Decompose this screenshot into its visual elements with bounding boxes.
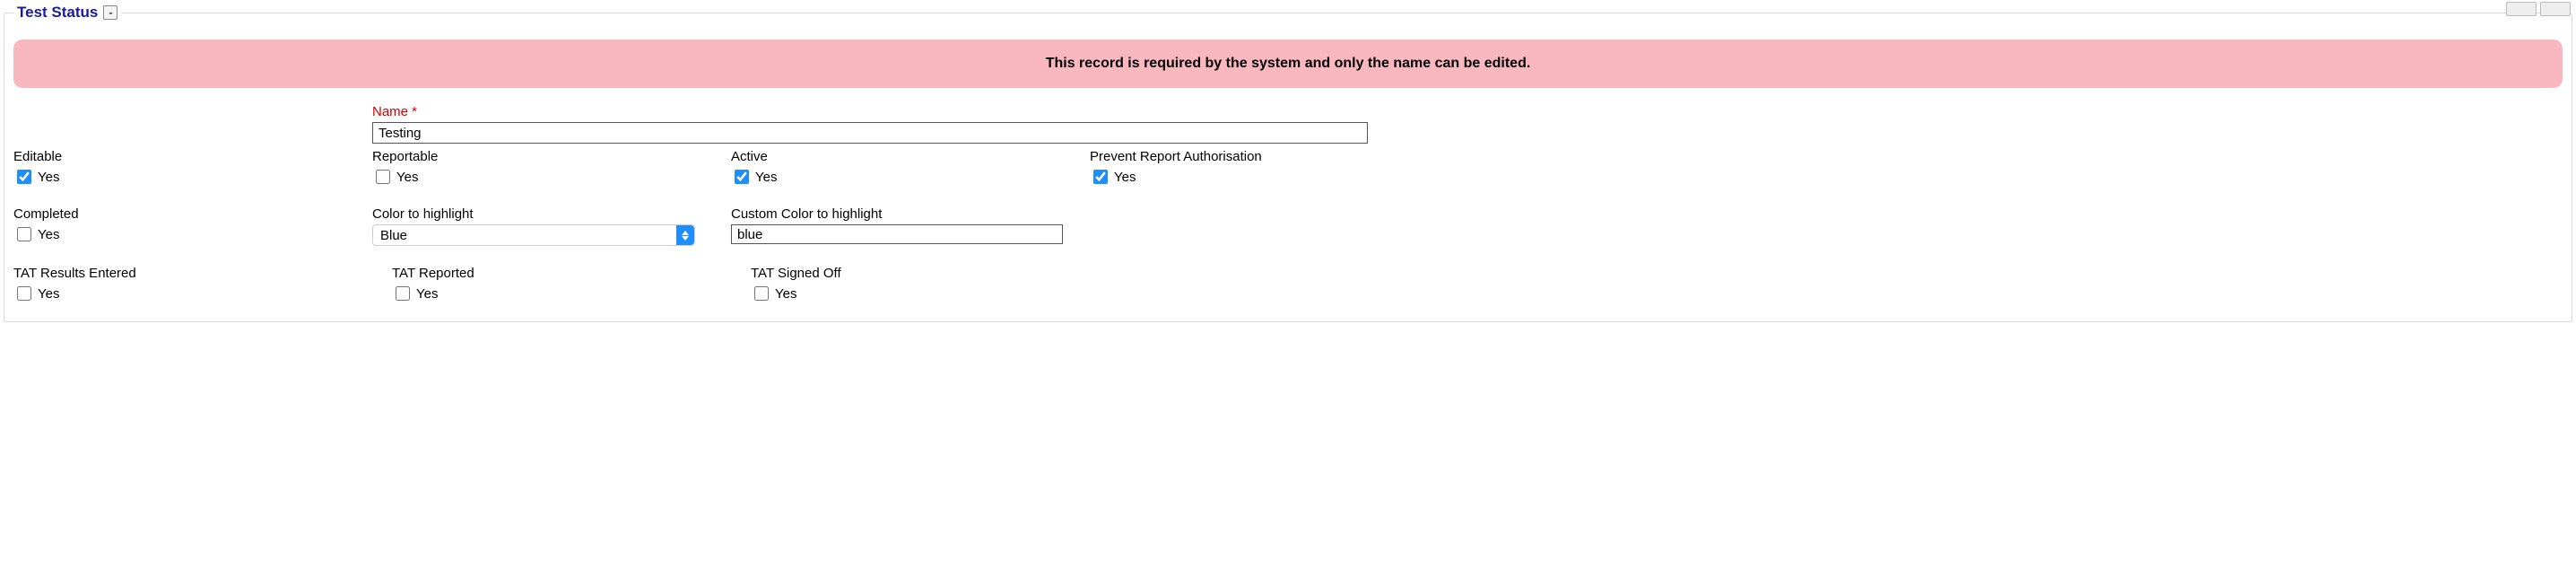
completed-field: Completed Yes: [13, 206, 363, 244]
system-alert: This record is required by the system an…: [13, 39, 2563, 88]
ghost-button-2[interactable]: [2540, 2, 2571, 16]
editable-field: Editable Yes: [13, 149, 363, 187]
tat-signed-option-text: Yes: [775, 286, 796, 302]
completed-checkbox[interactable]: [17, 227, 31, 241]
tat-reported-option[interactable]: Yes: [392, 284, 722, 303]
tat-reported-checkbox[interactable]: [396, 286, 410, 301]
updown-icon: [676, 225, 694, 245]
prevent-field: Prevent Report Authorisation Yes: [1090, 149, 2563, 187]
tat-signed-label: TAT Signed Off: [751, 266, 1081, 281]
reportable-label: Reportable: [372, 149, 722, 164]
active-option[interactable]: Yes: [731, 167, 1081, 187]
active-checkbox[interactable]: [735, 170, 749, 184]
tat-reported-field: TAT Reported Yes: [372, 266, 722, 303]
tat-entered-option-text: Yes: [38, 286, 59, 302]
name-input[interactable]: [372, 122, 1368, 144]
prevent-checkbox[interactable]: [1093, 170, 1108, 184]
flags-row-3: TAT Results Entered Yes TAT Reported Yes…: [13, 266, 2563, 303]
tat-reported-option-text: Yes: [416, 286, 438, 302]
active-label: Active: [731, 149, 1081, 164]
prevent-option[interactable]: Yes: [1090, 167, 2563, 187]
reportable-option-text: Yes: [396, 170, 418, 185]
tat-reported-label: TAT Reported: [392, 266, 722, 281]
tat-entered-label: TAT Results Entered: [13, 266, 363, 281]
editable-label: Editable: [13, 149, 363, 164]
editable-checkbox[interactable]: [17, 170, 31, 184]
tat-signed-option[interactable]: Yes: [751, 284, 1081, 303]
active-option-text: Yes: [755, 170, 777, 185]
tat-entered-checkbox[interactable]: [17, 286, 31, 301]
completed-option[interactable]: Yes: [13, 224, 363, 244]
color-label: Color to highlight: [372, 206, 722, 222]
custom-color-field: Custom Color to highlight: [731, 206, 1081, 244]
collapse-toggle[interactable]: -: [103, 5, 117, 20]
color-field: Color to highlight Blue: [372, 206, 722, 246]
test-status-fieldset: Test Status - This record is required by…: [4, 4, 2572, 322]
reportable-checkbox[interactable]: [376, 170, 390, 184]
flags-row-2: Completed Yes Color to highlight Blue Cu…: [13, 206, 2563, 246]
name-row: Name *: [13, 104, 2563, 144]
fieldset-legend: Test Status -: [13, 4, 121, 22]
flags-row-1: Editable Yes Reportable Yes Active Yes P…: [13, 149, 2563, 187]
tat-signed-checkbox[interactable]: [754, 286, 769, 301]
tat-signed-field: TAT Signed Off Yes: [731, 266, 1081, 303]
completed-option-text: Yes: [38, 227, 59, 242]
color-select[interactable]: Blue: [372, 224, 695, 246]
top-right-ghost-buttons: [2506, 2, 2571, 16]
reportable-field: Reportable Yes: [372, 149, 722, 187]
prevent-option-text: Yes: [1114, 170, 1136, 185]
prevent-label: Prevent Report Authorisation: [1090, 149, 2563, 164]
color-select-value: Blue: [380, 228, 407, 243]
completed-label: Completed: [13, 206, 363, 222]
tat-entered-field: TAT Results Entered Yes: [13, 266, 363, 303]
legend-title: Test Status: [17, 4, 98, 22]
reportable-option[interactable]: Yes: [372, 167, 722, 187]
name-label: Name *: [372, 104, 2563, 119]
ghost-button-1[interactable]: [2506, 2, 2537, 16]
custom-color-label: Custom Color to highlight: [731, 206, 1081, 222]
custom-color-input[interactable]: [731, 224, 1063, 244]
editable-option[interactable]: Yes: [13, 167, 363, 187]
active-field: Active Yes: [731, 149, 1081, 187]
editable-option-text: Yes: [38, 170, 59, 185]
tat-entered-option[interactable]: Yes: [13, 284, 363, 303]
